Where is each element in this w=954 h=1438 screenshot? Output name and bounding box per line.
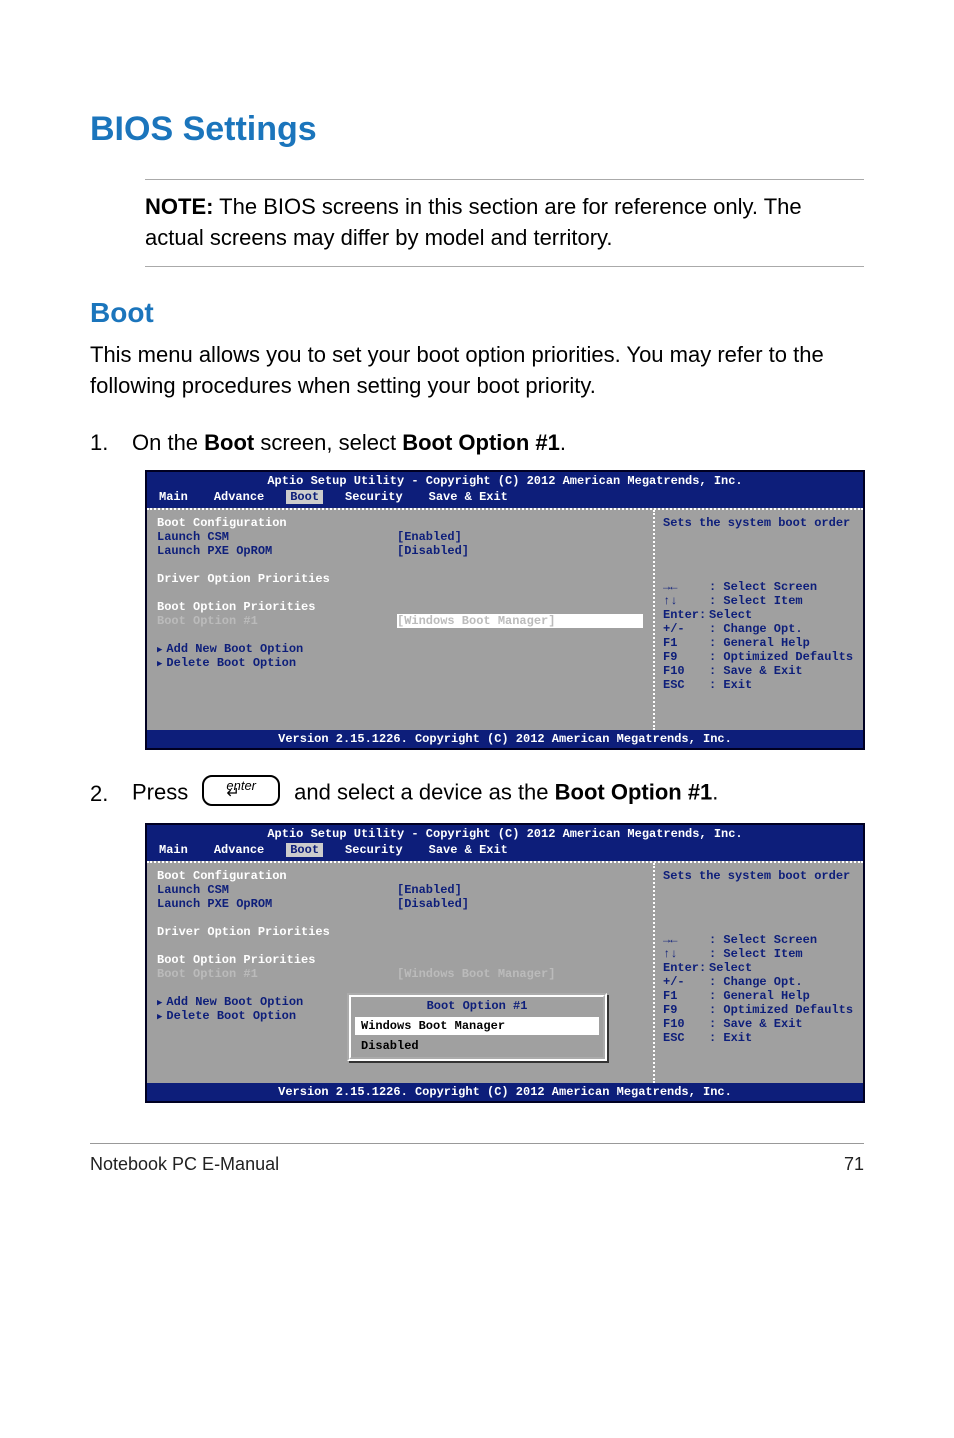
driver-priorities-header-2: Driver Option Priorities: [157, 925, 643, 939]
popup-title: Boot Option #1: [351, 997, 603, 1015]
step1-text: On the Boot screen, select Boot Option #…: [132, 430, 566, 456]
step1-number: 1.: [90, 430, 132, 456]
step-1: 1. On the Boot screen, select Boot Optio…: [90, 430, 864, 456]
boot-priorities-header: Boot Option Priorities: [157, 600, 643, 614]
bios-left-panel: Boot Configuration Launch CSM[Enabled] L…: [147, 510, 653, 730]
bios-menubar: Main Advance Boot Security Save & Exit: [147, 490, 863, 508]
launch-pxe-row-2[interactable]: Launch PXE OpROM[Disabled]: [157, 897, 643, 911]
boot-option-1-row-real[interactable]: Boot Option #1[Windows Boot Manager]: [157, 614, 643, 628]
tab-boot[interactable]: Boot: [286, 490, 323, 504]
popup-option-disabled[interactable]: Disabled: [355, 1037, 599, 1055]
footer-left: Notebook PC E-Manual: [90, 1154, 279, 1175]
tab-save-exit-2[interactable]: Save & Exit: [425, 843, 512, 857]
tab-main-2[interactable]: Main: [155, 843, 192, 857]
step2-text: Press enter↵ and select a device as the …: [132, 778, 718, 809]
tab-security-2[interactable]: Security: [341, 843, 407, 857]
add-boot-option[interactable]: Add New Boot Option: [157, 642, 643, 656]
tab-boot-2[interactable]: Boot: [286, 843, 323, 857]
footer-page-number: 71: [844, 1154, 864, 1175]
page-title: BIOS Settings: [90, 110, 864, 149]
popup-option-windows-boot-manager[interactable]: Windows Boot Manager: [355, 1017, 599, 1035]
bios-version: Version 2.15.1226. Copyright (C) 2012 Am…: [147, 730, 863, 748]
tab-main[interactable]: Main: [155, 490, 192, 504]
step2-number: 2.: [90, 781, 132, 807]
enter-keycap: enter↵: [202, 775, 280, 806]
boot-description: This menu allows you to set your boot op…: [90, 339, 864, 403]
tab-advance-2[interactable]: Advance: [210, 843, 268, 857]
note-text: The BIOS screens in this section are for…: [145, 194, 802, 250]
bios-key-legend-2: →←: Select Screen ↑↓: Select Item Enter:…: [663, 933, 855, 1045]
boot-config-header: Boot Configuration: [157, 516, 643, 530]
bios-left-panel-2: Boot Configuration Launch CSM[Enabled] L…: [147, 863, 653, 1083]
help-text-2: Sets the system boot order: [663, 869, 855, 883]
delete-boot-option[interactable]: Delete Boot Option: [157, 656, 643, 670]
bios-screenshot-2: Aptio Setup Utility - Copyright (C) 2012…: [145, 823, 865, 1103]
launch-csm-row[interactable]: Launch CSM[Enabled]: [157, 530, 643, 544]
bios-help-panel-2: Sets the system boot order →←: Select Sc…: [653, 863, 863, 1083]
bios-version-2: Version 2.15.1226. Copyright (C) 2012 Am…: [147, 1083, 863, 1101]
boot-option-1-row-2[interactable]: Boot Option #1[Windows Boot Manager]: [157, 967, 643, 981]
page-footer: Notebook PC E-Manual 71: [90, 1143, 864, 1175]
driver-priorities-header: Driver Option Priorities: [157, 572, 643, 586]
tab-advance[interactable]: Advance: [210, 490, 268, 504]
bios-title-2: Aptio Setup Utility - Copyright (C) 2012…: [147, 825, 863, 843]
tab-security[interactable]: Security: [341, 490, 407, 504]
bios-screenshot-1: Aptio Setup Utility - Copyright (C) 2012…: [145, 470, 865, 750]
boot-option-popup: Boot Option #1 Windows Boot Manager Disa…: [347, 993, 607, 1061]
bios-help-panel: Sets the system boot order →←: Select Sc…: [653, 510, 863, 730]
bios-menubar-2: Main Advance Boot Security Save & Exit: [147, 843, 863, 861]
note-box: NOTE: The BIOS screens in this section a…: [145, 179, 864, 267]
note-label: NOTE:: [145, 194, 213, 219]
launch-csm-row-2[interactable]: Launch CSM[Enabled]: [157, 883, 643, 897]
step-2: 2. Press enter↵ and select a device as t…: [90, 778, 864, 809]
bios-key-legend: →←: Select Screen ↑↓: Select Item Enter:…: [663, 580, 855, 692]
launch-pxe-row[interactable]: Launch PXE OpROM[Disabled]: [157, 544, 643, 558]
section-heading-boot: Boot: [90, 297, 864, 329]
bios-title: Aptio Setup Utility - Copyright (C) 2012…: [147, 472, 863, 490]
boot-priorities-header-2: Boot Option Priorities: [157, 953, 643, 967]
boot-config-header-2: Boot Configuration: [157, 869, 643, 883]
help-text: Sets the system boot order: [663, 516, 855, 530]
tab-save-exit[interactable]: Save & Exit: [425, 490, 512, 504]
